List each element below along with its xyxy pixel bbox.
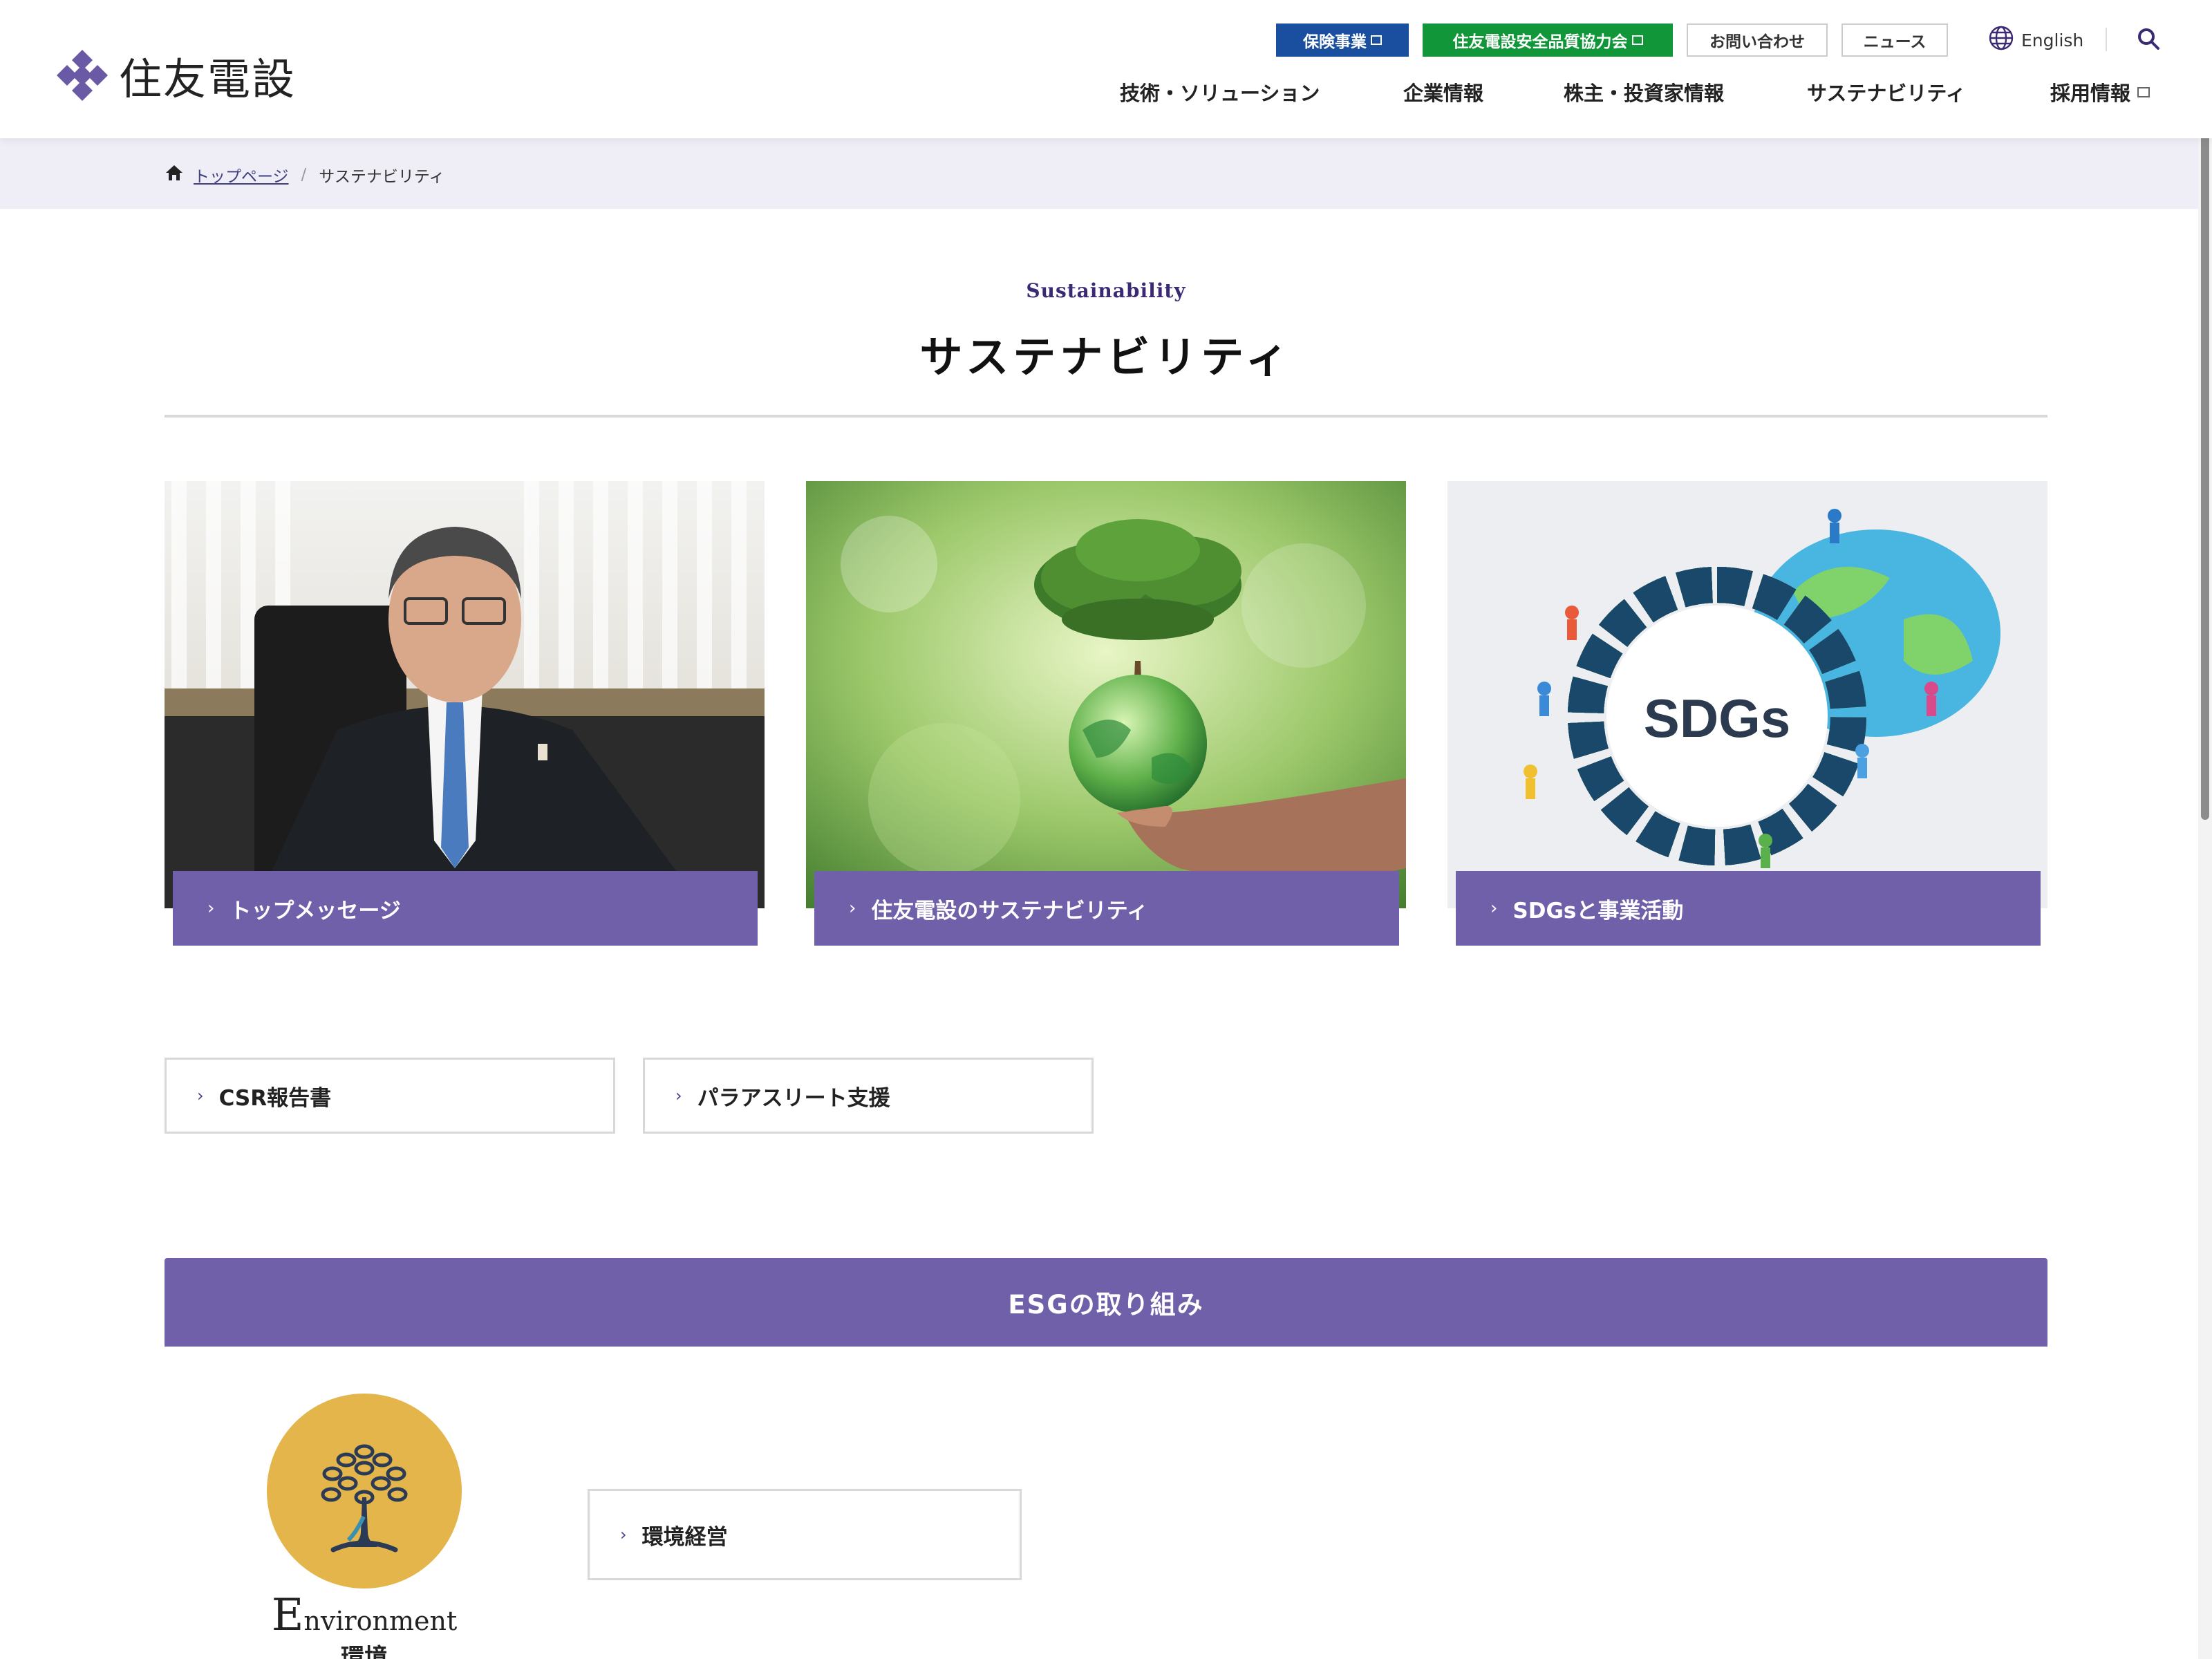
divider (2106, 28, 2107, 51)
language-switch[interactable]: English (1988, 24, 2083, 57)
chevron-right-icon: › (620, 1525, 627, 1544)
sustainability-link[interactable]: › 住友電設のサステナビリティ (814, 871, 1399, 946)
environment-initial: E (271, 1590, 304, 1641)
top-message-label: トップメッセージ (229, 898, 401, 924)
nav-tech[interactable]: 技術・ソリューション (1120, 77, 1320, 106)
top-message-photo (165, 481, 765, 908)
safety-council-label: 住友電設安全品質協力会 (1452, 33, 1628, 51)
csr-report-link[interactable]: › CSR報告書 (165, 1058, 615, 1134)
external-link-icon (1371, 35, 1382, 45)
breadcrumb-home-link[interactable]: トップページ (194, 163, 289, 187)
breadcrumb: トップページ / サステナビリティ (165, 163, 444, 187)
nav-recruit[interactable]: 採用情報 (2050, 77, 2150, 106)
top-message-card[interactable] (165, 481, 765, 908)
chevron-right-icon: › (207, 898, 215, 919)
news-link[interactable]: ニュース (1841, 24, 1948, 57)
logo-mark-icon (53, 46, 112, 105)
chevron-right-icon: › (675, 1086, 682, 1105)
sustainability-label: 住友電設のサステナビリティ (871, 898, 1148, 924)
environment-title-jp: 環境 (341, 1644, 388, 1659)
top-message-link[interactable]: › トップメッセージ (173, 871, 758, 946)
site-logo[interactable]: 住友電設 (53, 44, 296, 106)
external-link-icon (1631, 35, 1643, 45)
home-icon[interactable] (165, 164, 184, 186)
breadcrumb-current: サステナビリティ (319, 168, 445, 186)
external-link-icon (2137, 86, 2150, 97)
insurance-link[interactable]: 保険事業 (1276, 24, 1409, 57)
para-athlete-label: パラアスリート支援 (697, 1085, 890, 1111)
para-athlete-link[interactable]: › パラアスリート支援 (643, 1058, 1094, 1134)
page-title: サステナビリティ (919, 332, 1293, 382)
sdgs-label: SDGsと事業活動 (1512, 898, 1684, 924)
search-button[interactable] (2133, 25, 2164, 55)
chevron-right-icon: › (1490, 898, 1498, 919)
esg-heading: ESGの取り組み (165, 1258, 2047, 1347)
nav-ir[interactable]: 株主・投資家情報 (1564, 77, 1724, 106)
sdgs-link[interactable]: › SDGsと事業活動 (1456, 871, 2041, 946)
language-label: English (2021, 30, 2084, 50)
environment-rest: nvironment (303, 1606, 458, 1636)
logo-text: 住友電設 (119, 54, 297, 104)
site-header: 住友電設 保険事業 住友電設安全品質協力会 お問い合わせ ニュース Englis… (0, 0, 2212, 138)
env-management-label: 環境経営 (641, 1524, 728, 1550)
env-management-link[interactable]: › 環境経営 (588, 1489, 1022, 1580)
nav-recruit-label: 採用情報 (2050, 82, 2131, 105)
sdgs-image-text: SDGs (1644, 688, 1790, 749)
safety-council-link[interactable]: 住友電設安全品質協力会 (1423, 24, 1673, 57)
insurance-label: 保険事業 (1303, 33, 1367, 51)
chevron-right-icon: › (197, 1086, 204, 1105)
nav-company[interactable]: 企業情報 (1403, 77, 1483, 106)
nav-sustainability[interactable]: サステナビリティ (1807, 77, 1966, 106)
environment-title-en: Environment (235, 1590, 494, 1641)
breadcrumb-separator: / (301, 166, 307, 184)
sustainability-card[interactable] (806, 481, 1406, 908)
page-subtitle-en: Sustainability (1026, 279, 1186, 302)
sdgs-card[interactable]: SDGs (1447, 481, 2047, 908)
sdgs-photo: SDGs (1447, 481, 2047, 908)
title-divider (165, 415, 2047, 418)
sustainability-photo (806, 481, 1406, 908)
csr-report-label: CSR報告書 (218, 1085, 332, 1111)
environment-emblem (267, 1394, 462, 1588)
contact-link[interactable]: お問い合わせ (1687, 24, 1828, 57)
search-icon (2137, 27, 2160, 53)
chevron-right-icon: › (849, 898, 856, 919)
globe-icon (1988, 25, 2021, 55)
